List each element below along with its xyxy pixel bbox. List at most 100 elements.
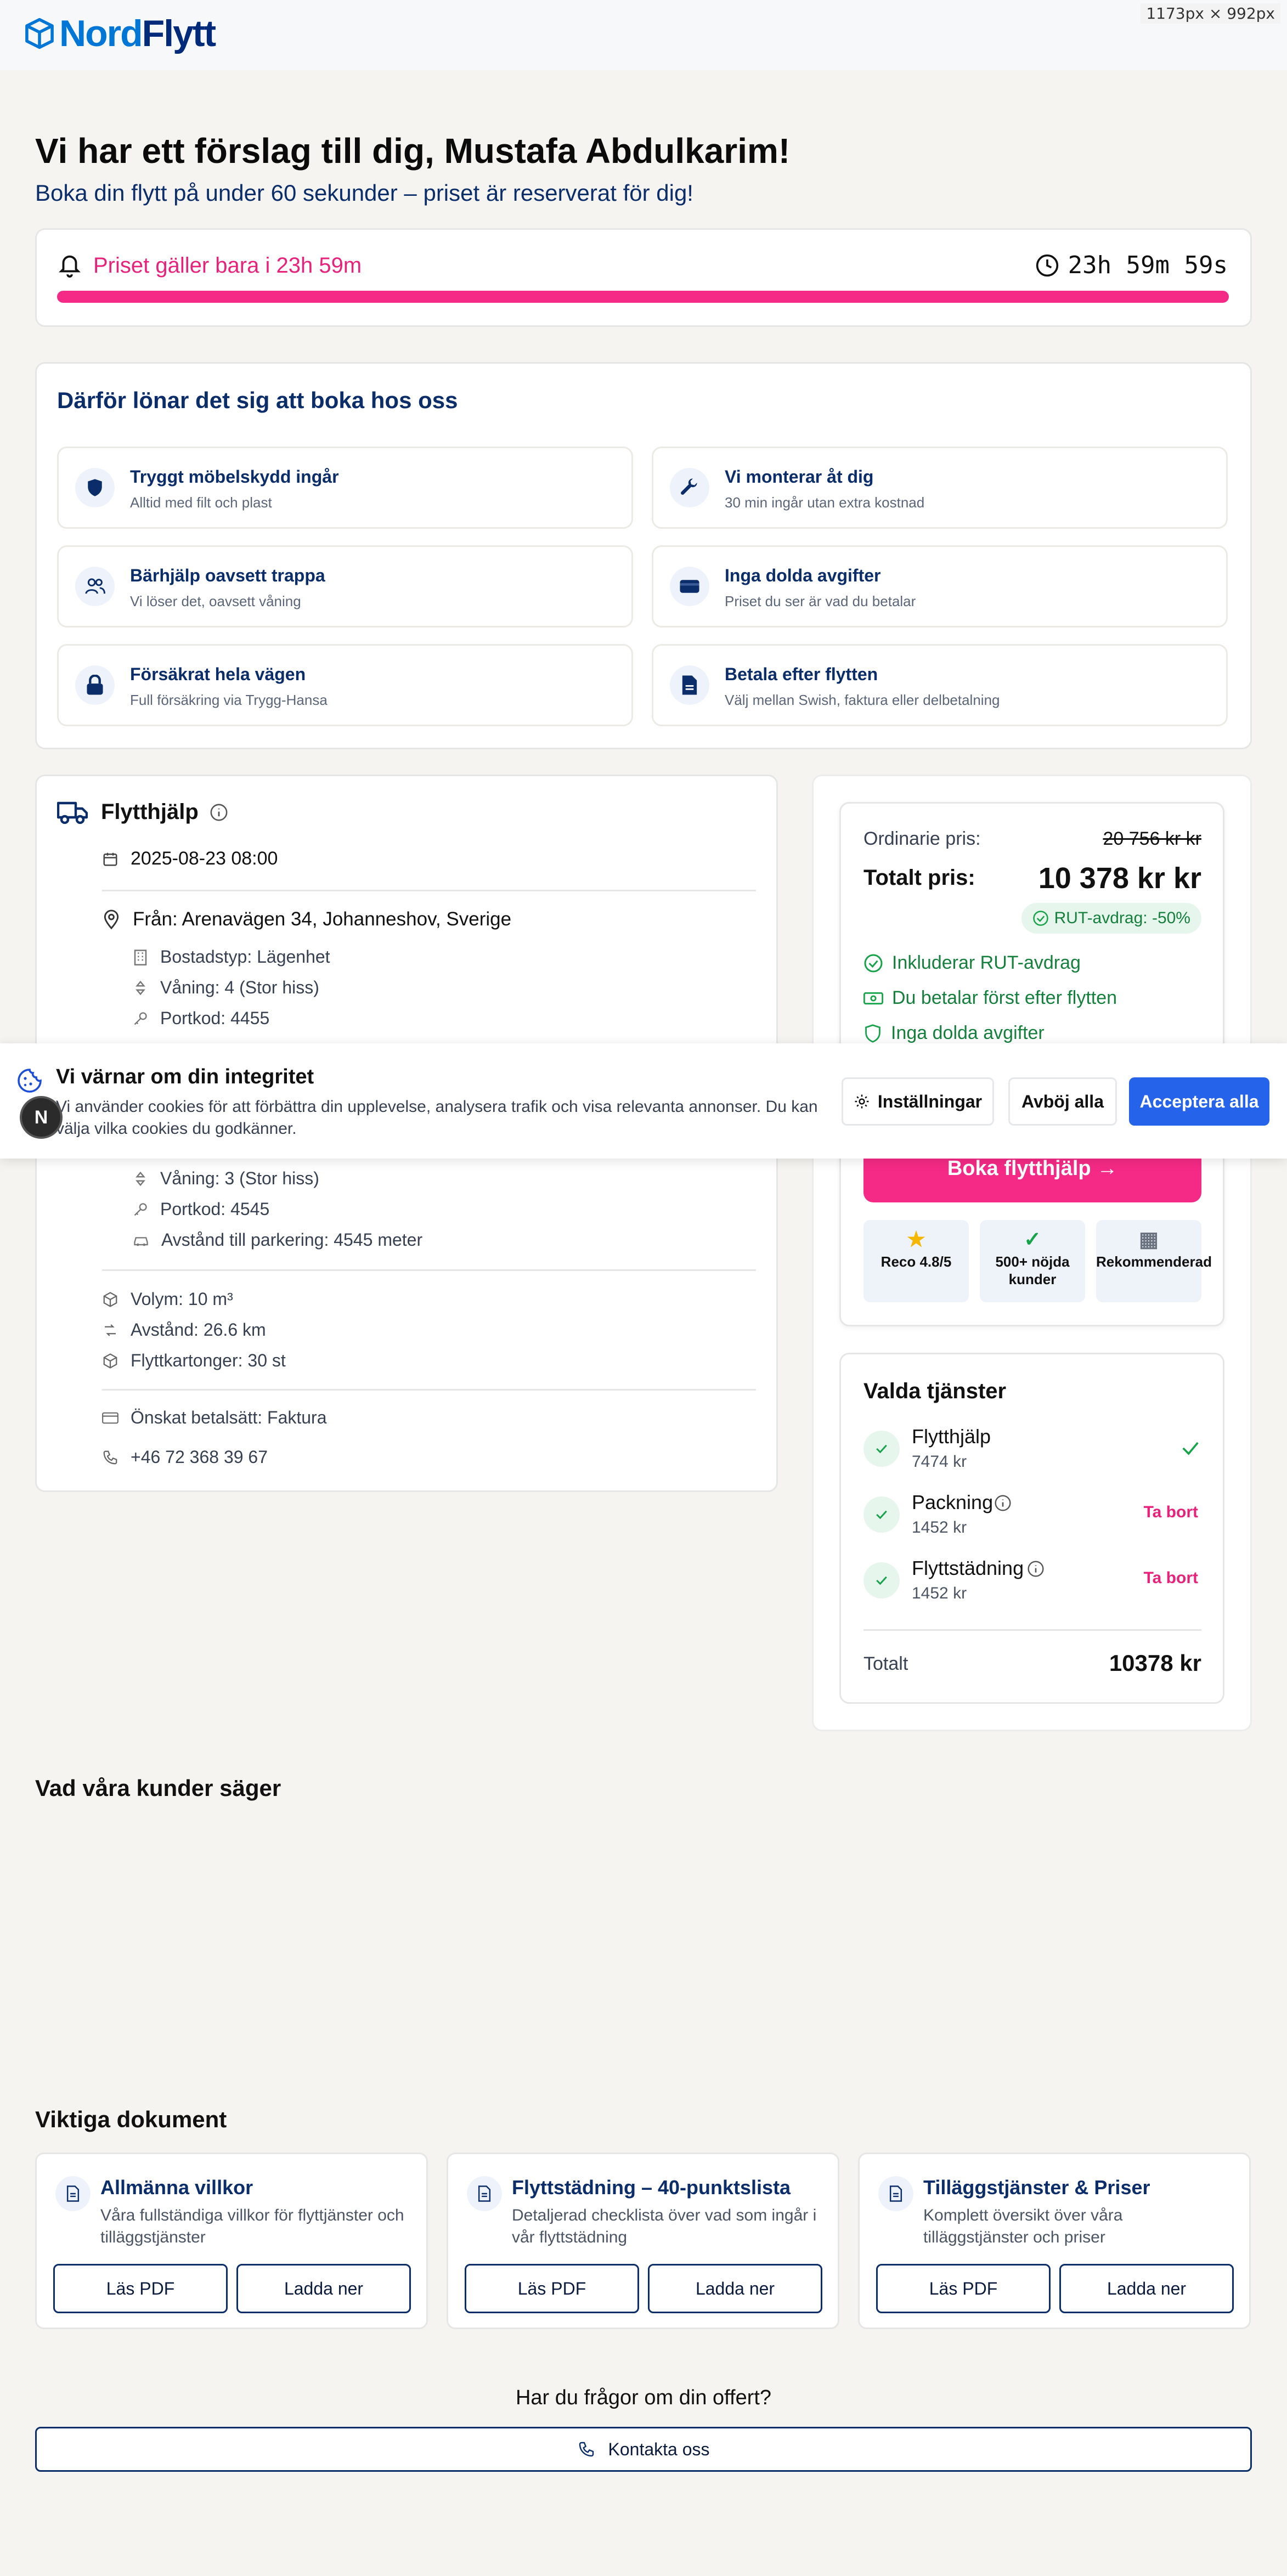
box-icon — [103, 1353, 117, 1369]
cookie-icon — [18, 1069, 42, 1093]
viewport-size-badge: 1173px × 992px — [1141, 3, 1280, 24]
feature-title: Bärhjälp oavsett trappa — [130, 566, 325, 585]
trust-label: Rekommenderad — [1096, 1253, 1212, 1270]
divider — [102, 1389, 756, 1391]
rut-badge-text: RUT-avdrag: -50% — [1054, 909, 1190, 927]
feature-subtitle: Välj mellan Swish, faktura eller delbeta… — [725, 692, 1000, 708]
trust-badge-recommended: ▦ Rekommenderad — [1096, 1220, 1212, 1302]
trust-badge-reco: ★ Reco 4.8/5 — [863, 1220, 969, 1302]
total-price-label: Totalt pris: — [863, 866, 975, 890]
remove-service-button[interactable]: Ta bort — [1144, 1503, 1198, 1522]
info-icon[interactable] — [210, 803, 228, 822]
download-button[interactable]: Ladda ner — [236, 2264, 411, 2313]
divider — [102, 1269, 756, 1271]
check-icon — [863, 1562, 900, 1598]
cookie-settings-label: Inställningar — [877, 1091, 983, 1111]
price-bullet: Du betalar först efter flytten — [863, 987, 1117, 1009]
document-description: Komplett översikt över våra tilläggstjän… — [923, 2206, 1123, 2246]
documents-title: Viktiga dokument — [35, 2106, 227, 2132]
info-icon[interactable] — [994, 1494, 1012, 1512]
document-card-terms: Allmänna villkor Våra fullständiga villk… — [35, 2153, 428, 2329]
logo-text: NordFlytt — [59, 12, 216, 55]
document-card-addon-prices: Tilläggstjänster & Priser Komplett övers… — [858, 2153, 1251, 2329]
cookie-settings-button[interactable]: Inställningar — [842, 1077, 994, 1126]
download-button[interactable]: Ladda ner — [648, 2264, 822, 2313]
nordflytt-logo[interactable]: NordFlytt — [24, 12, 216, 55]
document-card-cleaning-checklist: Flyttstädning – 40-punktslista Detaljera… — [447, 2153, 839, 2329]
document-title: Allmänna villkor — [100, 2176, 253, 2199]
elevator-icon — [136, 980, 145, 995]
feature-title: Inga dolda avgifter — [725, 566, 881, 585]
benefits-title: Därför lönar det sig att boka hos oss — [57, 387, 458, 413]
download-button[interactable]: Ladda ner — [1059, 2264, 1234, 2313]
building-icon — [134, 949, 147, 965]
price-bullet-text: Inga dolda avgifter — [891, 1023, 1045, 1043]
volume-row: Volym: 10 m³ — [102, 1289, 233, 1309]
distance-text: Avstånd: 26.6 km — [131, 1320, 266, 1340]
wrench-icon — [670, 468, 709, 507]
cube-icon — [103, 1291, 117, 1307]
trust-badge-customers: ✓ 500+ nöjda kunder — [980, 1220, 1085, 1302]
trust-label: Reco 4.8/5 — [880, 1253, 952, 1270]
divider — [102, 890, 756, 891]
feature-card-carrying: Bärhjälp oavsett trappa Vi löser det, oa… — [57, 545, 633, 628]
feature-card-furniture-protection: Tryggt möbelskydd ingår Alltid med filt … — [57, 447, 633, 529]
countdown-value: 23h 59m 59s — [1068, 251, 1228, 279]
check-icon — [863, 1496, 900, 1533]
cookie-reject-button[interactable]: Avböj alla — [1008, 1077, 1117, 1126]
feature-title: Försäkrat hela vägen — [130, 664, 306, 684]
included-check-icon — [1182, 1442, 1199, 1455]
feature-card-assembly: Vi monterar åt dig 30 min ingår utan ext… — [652, 447, 1228, 529]
detail-text: Avstånd till parkering: 4545 meter — [161, 1230, 423, 1250]
key-icon — [134, 1202, 147, 1216]
ordinary-price-value: 20 756 kr kr — [1103, 828, 1201, 849]
service-name: Flytthjälp — [912, 1425, 991, 1448]
detail-text: Portkod: 4545 — [160, 1199, 270, 1219]
elevator-icon — [136, 1171, 145, 1186]
bell-icon — [59, 255, 81, 278]
floating-n-badge[interactable]: N — [20, 1096, 63, 1139]
contact-button-label: Kontakta oss — [608, 2439, 710, 2459]
payment-row: Önskat betalsätt: Faktura — [102, 1408, 327, 1428]
from-address-row: Från: Arenavägen 34, Johanneshov, Sverig… — [102, 908, 511, 930]
read-pdf-button[interactable]: Läs PDF — [465, 2264, 639, 2313]
cookie-text: Vi använder cookies för att förbättra di… — [56, 1098, 818, 1138]
check-circle-icon — [1032, 911, 1048, 926]
detail-text: Bostadstyp: Lägenhet — [160, 947, 330, 967]
truck-icon — [57, 801, 88, 824]
detail-text: Våning: 3 (Stor hiss) — [160, 1168, 319, 1188]
contact-question: Har du frågor om din offert? — [515, 2386, 772, 2409]
from-housing-type: Bostadstyp: Lägenhet — [133, 947, 330, 967]
remove-service-button[interactable]: Ta bort — [1144, 1569, 1198, 1588]
read-pdf-button[interactable]: Läs PDF — [876, 2264, 1051, 2313]
boxes-row: Flyttkartonger: 30 st — [102, 1351, 286, 1371]
document-description: Våra fullständiga villkor för flyttjänst… — [100, 2206, 404, 2246]
cookie-accept-button[interactable]: Acceptera alla — [1129, 1077, 1269, 1126]
service-price: 1452 kr — [912, 1584, 967, 1602]
to-floor: Våning: 3 (Stor hiss) — [133, 1168, 319, 1189]
phone-icon — [103, 1450, 117, 1464]
trust-label: 500+ nöjda kunder — [995, 1253, 1070, 1287]
feature-title: Vi monterar åt dig — [725, 467, 874, 487]
service-price: 1452 kr — [912, 1518, 967, 1536]
check-icon: ✓ — [1024, 1228, 1041, 1251]
timer-progress-bar — [57, 291, 1229, 303]
feature-card-pay-after: Betala efter flytten Välj mellan Swish, … — [652, 644, 1228, 726]
feature-title: Betala efter flytten — [725, 664, 878, 684]
feature-subtitle: Priset du ser är vad du betalar — [725, 593, 916, 609]
credit-card-icon — [102, 1412, 118, 1423]
info-icon[interactable] — [1027, 1560, 1045, 1578]
read-pdf-button[interactable]: Läs PDF — [53, 2264, 228, 2313]
cookie-consent-banner: Vi värnar om din integritet Vi använder … — [0, 1043, 1287, 1159]
document-icon — [670, 665, 709, 705]
service-price: 7474 kr — [912, 1453, 967, 1471]
document-icon — [467, 2176, 502, 2211]
to-door-code: Portkod: 4545 — [133, 1199, 269, 1219]
boxes-text: Flyttkartonger: 30 st — [131, 1351, 286, 1370]
location-pin-icon — [104, 909, 119, 930]
from-address: Från: Arenavägen 34, Johanneshov, Sverig… — [133, 908, 512, 930]
shield-icon — [75, 468, 115, 507]
ordinary-price-label: Ordinarie pris: — [863, 828, 981, 849]
contact-button[interactable]: Kontakta oss — [35, 2427, 1252, 2472]
people-icon — [75, 567, 115, 606]
